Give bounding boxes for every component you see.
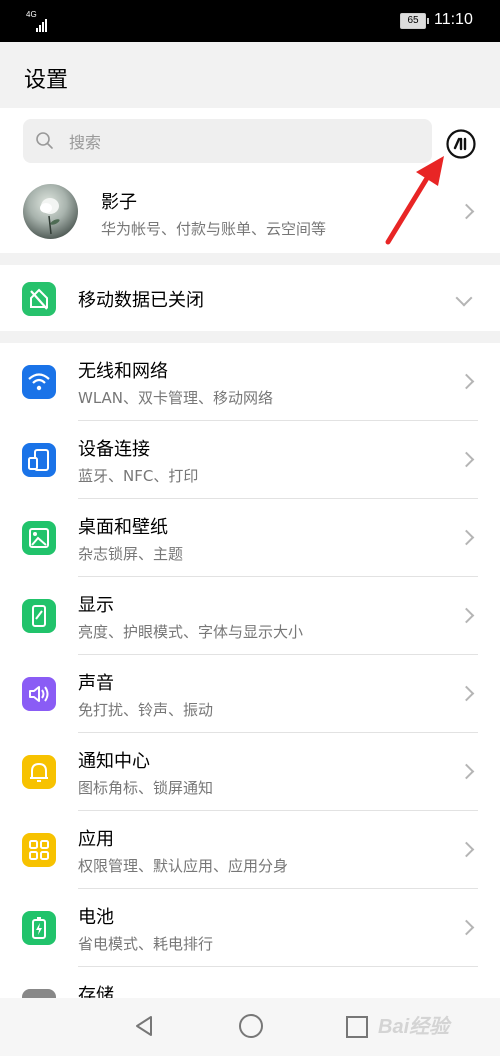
annotation-arrow — [385, 156, 444, 245]
navigation-bar: Bai经验 — [0, 998, 500, 1056]
back-button[interactable] — [134, 1015, 154, 1037]
page-header: 设置 — [0, 42, 500, 108]
chevron-right-icon — [458, 763, 475, 780]
mobile-data-label: 移动数据已关闭 — [78, 290, 204, 311]
settings-item-subtitle: 省电模式、耗电排行 — [78, 935, 214, 953]
settings-item-title: 显示 — [78, 595, 114, 616]
chevron-right-icon — [458, 685, 475, 702]
settings-item-title: 通知中心 — [78, 751, 150, 772]
mobile-data-row[interactable]: 移动数据已关闭 — [0, 265, 500, 331]
settings-item-sound[interactable]: 声音 免打扰、铃声、振动 — [0, 655, 500, 733]
battery-icon — [22, 911, 56, 945]
chevron-right-icon — [458, 841, 475, 858]
settings-item-subtitle: 权限管理、默认应用、应用分身 — [78, 857, 289, 875]
settings-item-wireless[interactable]: 无线和网络 WLAN、双卡管理、移动网络 — [0, 343, 500, 421]
apps-icon — [22, 833, 56, 867]
chevron-down-icon[interactable] — [455, 289, 473, 307]
watermark: Bai经验 — [378, 1016, 450, 1038]
settings-item-title: 桌面和壁纸 — [78, 517, 168, 538]
home-button[interactable] — [239, 1014, 263, 1038]
settings-item-device-connection[interactable]: 设备连接 蓝牙、NFC、打印 — [0, 421, 500, 499]
settings-item-subtitle: 免打扰、铃声、振动 — [78, 701, 214, 719]
settings-item-wallpaper[interactable]: 桌面和壁纸 杂志锁屏、主题 — [0, 499, 500, 577]
settings-item-apps[interactable]: 应用 权限管理、默认应用、应用分身 — [0, 811, 500, 889]
avatar — [23, 184, 78, 239]
storage-icon — [22, 989, 56, 998]
settings-item-subtitle: 杂志锁屏、主题 — [78, 545, 184, 563]
settings-list: 无线和网络 WLAN、双卡管理、移动网络 设备连接 蓝牙、NFC、打印 桌面和壁… — [0, 343, 500, 998]
search-input[interactable] — [67, 119, 371, 165]
settings-item-title: 存储 — [78, 985, 114, 998]
settings-item-subtitle: WLAN、双卡管理、移动网络 — [78, 389, 274, 407]
device-connection-icon — [22, 443, 56, 477]
wallpaper-icon — [22, 521, 56, 555]
settings-item-battery[interactable]: 电池 省电模式、耗电排行 — [0, 889, 500, 967]
settings-item-display[interactable]: 显示 亮度、护眼模式、字体与显示大小 — [0, 577, 500, 655]
profile-subtitle: 华为帐号、付款与账单、云空间等 — [101, 220, 327, 238]
search-bar[interactable] — [23, 119, 432, 165]
chevron-right-icon — [458, 373, 475, 390]
recent-apps-button[interactable] — [346, 1016, 368, 1038]
settings-item-subtitle: 蓝牙、NFC、打印 — [78, 467, 199, 485]
signal-icon — [36, 13, 48, 32]
settings-item-subtitle: 亮度、护眼模式、字体与显示大小 — [78, 623, 304, 641]
page-title: 设置 — [24, 68, 69, 93]
settings-item-title: 应用 — [78, 829, 114, 850]
settings-item-title: 声音 — [78, 673, 114, 694]
sound-icon — [22, 677, 56, 711]
settings-item-subtitle: 图标角标、锁屏通知 — [78, 779, 214, 797]
display-icon — [22, 599, 56, 633]
chevron-right-icon — [458, 451, 475, 468]
bell-icon — [22, 755, 56, 789]
chevron-right-icon — [458, 607, 475, 624]
profile-name: 影子 — [101, 192, 137, 213]
status-bar: 4G 65 11:10 — [0, 0, 500, 42]
settings-item-title: 电池 — [78, 907, 114, 928]
battery-indicator: 65 — [400, 13, 429, 29]
chevron-right-icon — [458, 919, 475, 936]
settings-item-title: 无线和网络 — [78, 361, 168, 382]
search-icon — [36, 132, 53, 149]
wifi-icon — [22, 365, 56, 399]
settings-item-storage[interactable]: 存储 — [0, 967, 500, 998]
settings-item-notification[interactable]: 通知中心 图标角标、锁屏通知 — [0, 733, 500, 811]
chevron-right-icon — [458, 203, 475, 220]
chevron-right-icon — [458, 529, 475, 546]
mobile-data-off-icon — [22, 282, 56, 316]
settings-item-title: 设备连接 — [78, 439, 150, 460]
clock: 11:10 — [434, 11, 473, 28]
